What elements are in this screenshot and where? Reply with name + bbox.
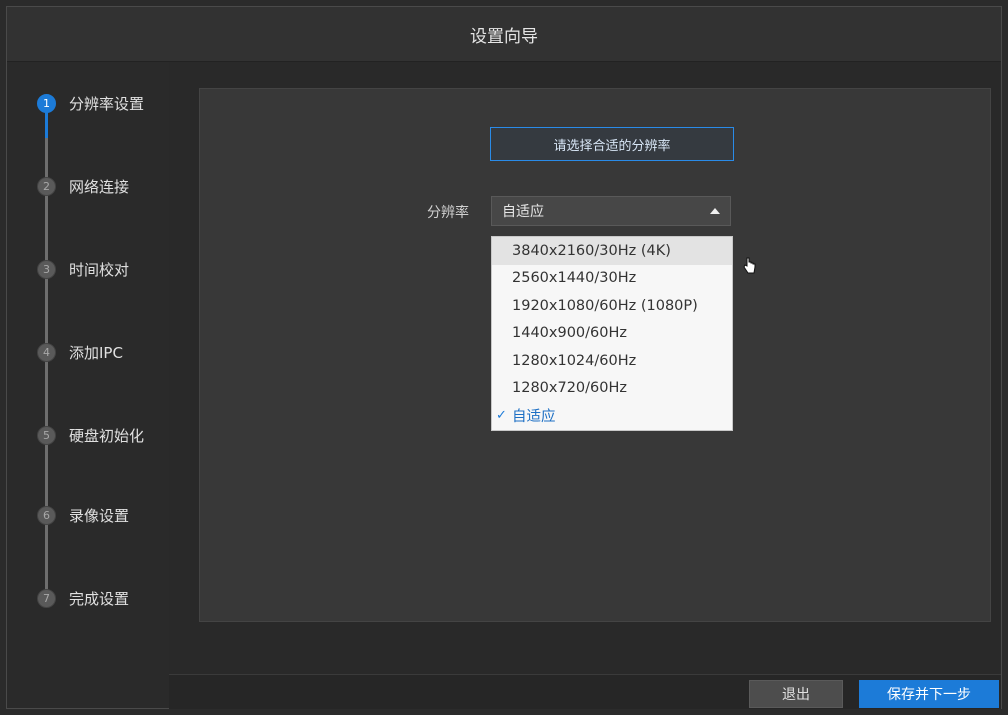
exit-button[interactable]: 退出	[749, 680, 843, 708]
step-number: 3	[37, 259, 56, 279]
step-number: 5	[37, 425, 56, 445]
step-label: 分辨率设置	[69, 94, 145, 113]
hand-pointer-icon	[743, 257, 756, 274]
resolution-option[interactable]: 1280x720/60Hz	[492, 375, 732, 403]
step-network[interactable]: 2 网络连接	[37, 174, 129, 198]
step-label: 录像设置	[69, 506, 130, 525]
resolution-option[interactable]: 3840x2160/30Hz (4K)	[492, 237, 732, 265]
checkmark-icon: ✓	[496, 408, 507, 424]
step-number: 7	[37, 588, 56, 608]
window-title: 设置向导	[7, 7, 1001, 62]
step-resolution[interactable]: 1 分辨率设置	[37, 91, 144, 115]
step-label: 硬盘初始化	[69, 426, 145, 445]
steps-sidebar: 1 分辨率设置 2 网络连接 3 时间校对 4 添加IPC 5 硬盘初始化 6 …	[7, 62, 169, 708]
step-finish[interactable]: 7 完成设置	[37, 586, 129, 610]
resolution-option[interactable]: 2560x1440/30Hz	[492, 265, 732, 293]
caret-up-icon	[710, 208, 720, 214]
step-label: 添加IPC	[69, 343, 123, 362]
resolution-option[interactable]: 1920x1080/60Hz (1080P)	[492, 292, 732, 320]
resolution-option[interactable]: 1280x1024/60Hz	[492, 347, 732, 375]
step-number: 2	[37, 176, 56, 196]
save-next-button[interactable]: 保存并下一步	[859, 680, 999, 708]
step-label: 时间校对	[69, 260, 130, 279]
step-number: 4	[37, 342, 56, 362]
resolution-label: 分辨率	[427, 205, 469, 221]
step-add-ipc[interactable]: 4 添加IPC	[37, 340, 123, 364]
step-number: 6	[37, 505, 56, 525]
step-disk-init[interactable]: 5 硬盘初始化	[37, 423, 144, 447]
resolution-hint: 请选择合适的分辨率	[490, 127, 734, 161]
step-label: 完成设置	[69, 589, 130, 608]
resolution-select-value: 自适应	[502, 204, 544, 220]
step-number: 1	[37, 93, 56, 113]
step-label: 网络连接	[69, 177, 130, 196]
resolution-option[interactable]: 1440x900/60Hz	[492, 320, 732, 348]
step-recording[interactable]: 6 录像设置	[37, 503, 129, 527]
step-time[interactable]: 3 时间校对	[37, 257, 129, 281]
resolution-dropdown: 3840x2160/30Hz (4K) 2560x1440/30Hz 1920x…	[491, 236, 733, 431]
resolution-option-selected[interactable]: ✓ 自适应	[492, 402, 732, 430]
footer-bar: 退出 保存并下一步	[169, 674, 1001, 709]
resolution-select[interactable]: 自适应	[491, 196, 731, 226]
